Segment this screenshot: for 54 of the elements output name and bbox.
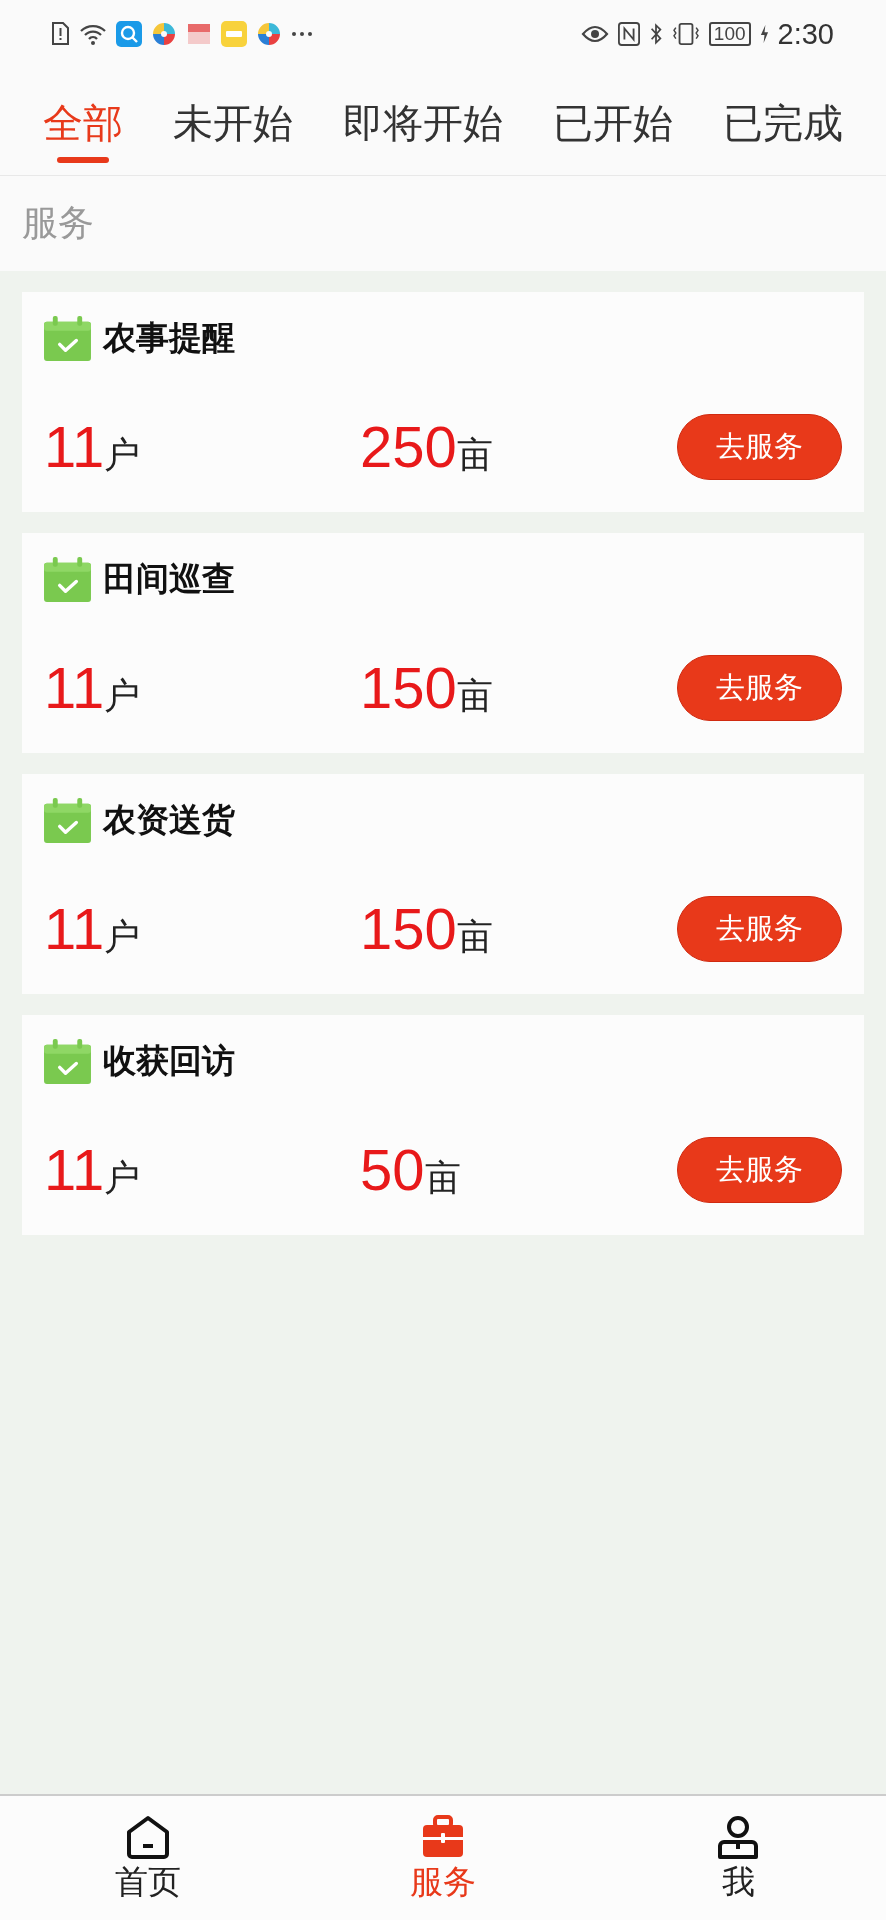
card-title: 农资送货 (103, 799, 235, 841)
swirl-app-icon (256, 21, 282, 47)
filter-tab[interactable]: 全部 (43, 80, 123, 163)
nav-tab[interactable]: 服务 (295, 1796, 591, 1920)
go-service-button[interactable]: 去服务 (677, 654, 842, 721)
area-value: 250 (360, 413, 457, 480)
unit-label: 户 (104, 1156, 141, 1200)
charging-icon (759, 24, 769, 44)
filter-tab[interactable]: 已完成 (723, 80, 843, 163)
unit-label: 亩 (456, 675, 493, 718)
household-count: 11 (44, 1136, 105, 1203)
home-icon (124, 1814, 171, 1860)
calendar-check-icon (44, 798, 91, 843)
filter-tab[interactable]: 已开始 (553, 80, 673, 163)
eye-icon (580, 24, 609, 44)
unit-label: 户 (104, 915, 141, 959)
unit-label: 亩 (424, 1157, 461, 1200)
area-value: 50 (360, 1136, 425, 1203)
vibrate-icon (671, 22, 700, 46)
swirl-app-icon (151, 21, 177, 47)
clock-time: 2:30 (777, 17, 834, 51)
card-title: 田间巡查 (103, 558, 235, 600)
wifi-icon (79, 22, 107, 46)
toolbox-icon (420, 1814, 466, 1860)
unit-label: 户 (104, 674, 141, 718)
box-app-icon (186, 21, 212, 47)
nfc-icon (617, 22, 640, 46)
unit-label: 户 (104, 433, 141, 477)
filter-tab[interactable]: 即将开始 (343, 80, 503, 163)
more-icon (291, 31, 313, 37)
nav-tab[interactable]: 首页 (0, 1796, 296, 1920)
sim-alert-icon (50, 22, 70, 46)
card-title: 农事提醒 (103, 317, 235, 359)
calendar-check-icon (44, 316, 91, 361)
household-count: 11 (44, 895, 105, 962)
household-count: 11 (44, 413, 105, 480)
search-app-icon (116, 21, 142, 47)
section-title: 服务 (0, 176, 886, 271)
card-title: 收获回访 (103, 1040, 235, 1082)
calendar-check-icon (44, 557, 91, 602)
card-app-icon (221, 21, 247, 47)
calendar-check-icon (44, 1039, 91, 1084)
nav-tab[interactable]: 我 (590, 1796, 886, 1920)
area-value: 150 (360, 654, 457, 721)
go-service-button[interactable]: 去服务 (677, 1136, 842, 1203)
household-count: 11 (44, 654, 105, 721)
go-service-button[interactable]: 去服务 (677, 413, 842, 480)
filter-tab[interactable]: 未开始 (173, 80, 293, 163)
battery-level: 100 (708, 22, 751, 46)
unit-label: 亩 (456, 916, 493, 959)
area-value: 150 (360, 895, 457, 962)
unit-label: 亩 (456, 434, 493, 477)
bluetooth-icon (648, 22, 663, 46)
go-service-button[interactable]: 去服务 (677, 895, 842, 962)
